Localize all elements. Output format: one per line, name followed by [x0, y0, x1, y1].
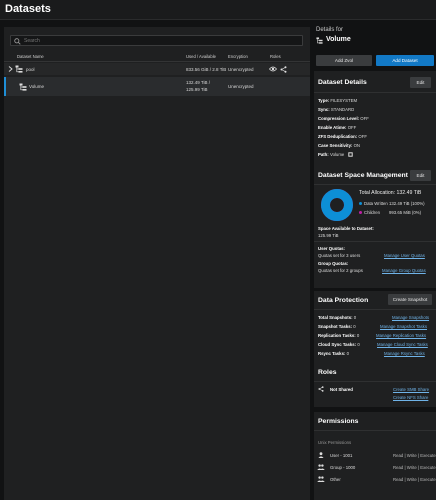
detail-atime: Enable Atime: OFF [318, 125, 357, 130]
search-placeholder: Search [24, 38, 40, 44]
detail-path: Path: Volume [318, 152, 353, 158]
perm-user-value: Read | Write | Execute [393, 453, 436, 458]
share-icon [318, 386, 324, 392]
detail-case: Case Sensitivity: ON [318, 143, 361, 148]
row-name: pool [26, 66, 35, 72]
unix-permissions-label: Unix Permissions [318, 440, 352, 445]
dataset-tree-icon [316, 36, 323, 44]
divider [314, 430, 436, 431]
page-title: Datasets [5, 3, 51, 15]
add-zvol-button[interactable]: Add Zvol [316, 55, 372, 66]
rsync-tasks: Rsync Tasks: 0 [318, 351, 349, 356]
chevron-right-icon[interactable] [8, 66, 13, 72]
space-available-value: 125.99 TiB [318, 233, 339, 238]
divider [4, 61, 310, 62]
copy-icon[interactable] [347, 152, 353, 158]
perm-user-label: User - 1001 [330, 453, 353, 458]
space-management-card: Dataset Space Management Edit Total Allo… [314, 166, 436, 288]
create-snapshot-button[interactable]: Create Snapshot [388, 294, 432, 305]
table-row-volume[interactable]: Volume 132.49 TiB / 125.99 TiB Unencrypt… [4, 77, 310, 96]
divider [314, 381, 436, 382]
group-icon [317, 464, 325, 470]
card-title: Dataset Space Management [318, 172, 408, 179]
row-encryption: Unencrypted [228, 66, 254, 72]
divider [314, 92, 436, 93]
total-snapshots: Total Snapshots: 0 [318, 315, 357, 320]
detail-dedup: ZFS Deduplication: OFF [318, 134, 367, 139]
manage-rsync-tasks-link[interactable]: Manage Rsync Tasks [384, 351, 425, 356]
row-used-line1: 132.49 TiB / [186, 80, 211, 85]
manage-user-quotas-link[interactable]: Manage User Quotas [384, 253, 425, 258]
not-shared-label: Not Shared [330, 386, 353, 392]
add-dataset-button[interactable]: Add Dataset [376, 55, 434, 66]
top-bar: Datasets [0, 0, 436, 20]
manage-replication-tasks-link[interactable]: Manage Replication Tasks [376, 333, 426, 338]
space-available-label: Space Available to Dataset: [318, 226, 374, 231]
search-input[interactable]: Search [10, 35, 303, 46]
dataset-name-text: Volume [326, 36, 351, 43]
manage-snapshots-link[interactable]: Manage Snapshots [392, 315, 429, 320]
datasets-tree-panel: Search Dataset Name Used / Available Enc… [4, 27, 310, 500]
share-icon [280, 65, 287, 73]
row-used: 833.56 GiB / 2.8 TiB [186, 66, 227, 72]
allocation-donut-chart [321, 189, 353, 221]
header-used-available: Used / Available [186, 54, 216, 59]
user-quotas-label: User Quotas: [318, 246, 345, 251]
total-allocation: Total Allocation: 132.49 TiB [359, 190, 422, 196]
header-dataset-name: Dataset Name [17, 54, 44, 59]
table-header: Dataset Name Used / Available Encryption… [4, 53, 310, 61]
cloud-sync-tasks: Cloud Sync Tasks: 0 [318, 342, 360, 347]
dataset-tree-icon [15, 65, 23, 73]
divider [314, 309, 436, 310]
create-smb-share-link[interactable]: Create SMB Share [393, 387, 429, 392]
card-title: Roles [318, 369, 337, 376]
divider [314, 184, 436, 185]
details-panel: Details for Volume Add Zvol Add Dataset … [314, 27, 436, 500]
search-icon [14, 38, 21, 45]
user-icon [318, 452, 324, 458]
group-quotas-label: Group Quotas: [318, 261, 349, 266]
manage-cloud-sync-tasks-link[interactable]: Manage Cloud Sync Tasks [377, 342, 428, 347]
row-encryption: Unencrypted [228, 84, 254, 89]
legend-data-written: Data Written 132.49 TiB (100%) [359, 201, 425, 206]
user-quotas-text: Quotas set for 3 users [318, 253, 361, 258]
perm-other-value: Read | Write | Execute [393, 477, 436, 482]
row-used-line2: 125.99 TiB [186, 87, 208, 92]
table-row-pool[interactable]: pool 833.56 GiB / 2.8 TiB Unencrypted [4, 63, 310, 75]
donut-data-written-segment [321, 189, 353, 221]
permissions-card: Permissions Unix Permissions User - 1001… [314, 412, 436, 500]
legend-dot-blue [359, 202, 362, 205]
detail-sync: Sync: STANDARD [318, 107, 355, 112]
detail-type: Type: FILESYSTEM [318, 98, 358, 103]
legend-dot-magenta [359, 211, 362, 214]
card-title: Permissions [318, 418, 359, 425]
manage-group-quotas-link[interactable]: Manage Group Quotas [382, 268, 426, 273]
details-for-label: Details for [316, 27, 344, 33]
card-title: Dataset Details [318, 79, 367, 86]
header-encryption: Encryption [228, 54, 248, 59]
roles-card: Roles Not Shared Create SMB Share Create… [314, 363, 436, 407]
manage-snapshot-tasks-link[interactable]: Manage Snapshot Tasks [380, 324, 427, 329]
detail-compression: Compression Level: OFF [318, 116, 369, 121]
create-nfs-share-link[interactable]: Create NFS Share [393, 395, 428, 400]
group-quotas-text: Quotas set for 2 groups [318, 268, 363, 273]
share-eye-icon [269, 66, 277, 72]
perm-other-label: Other [330, 477, 341, 482]
card-title: Data Protection [318, 297, 369, 304]
divider [314, 241, 436, 242]
edit-button[interactable]: Edit [410, 77, 431, 88]
others-icon [317, 476, 325, 482]
snapshot-tasks: Snapshot Tasks: 0 [318, 324, 356, 329]
legend-children: Children 993.65 MiB (0%) [359, 210, 421, 215]
edit-button[interactable]: Edit [410, 170, 431, 181]
dataset-tree-icon [19, 83, 27, 91]
perm-group-label: Group - 1000 [330, 465, 356, 470]
perm-group-value: Read | Write | Execute [393, 465, 436, 470]
replication-tasks: Replication Tasks: 0 [318, 333, 360, 338]
header-roles: Roles [270, 54, 281, 59]
row-name: Volume [29, 84, 45, 89]
